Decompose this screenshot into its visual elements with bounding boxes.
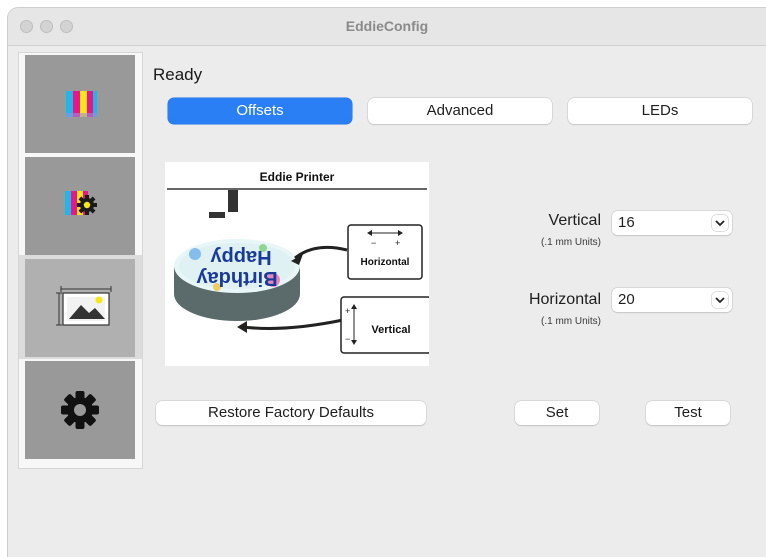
status-text: Ready bbox=[153, 65, 203, 84]
horizontal-label-text: Horizontal bbox=[528, 291, 601, 308]
cake-text-line1: Birthday bbox=[196, 267, 278, 289]
image-frame-icon bbox=[56, 286, 112, 326]
gear-icon bbox=[61, 391, 99, 429]
vertical-offset-select[interactable]: 16 bbox=[612, 211, 732, 235]
title-bar: EddieConfig bbox=[8, 8, 766, 46]
cake-text-line2: Happy bbox=[210, 246, 272, 268]
sidebar-item-image-offsets[interactable] bbox=[25, 259, 135, 357]
vertical-label: Vertical bbox=[371, 324, 410, 336]
window-title: EddieConfig bbox=[345, 18, 429, 34]
horizontal-label: Horizontal bbox=[361, 257, 410, 268]
restore-defaults-button[interactable]: Restore Factory Defaults bbox=[156, 401, 426, 425]
vertical-plus-sign: + bbox=[345, 306, 350, 316]
set-button[interactable]: Set bbox=[515, 401, 599, 425]
horizontal-offset-select[interactable]: 20 bbox=[612, 288, 732, 312]
vertical-label-text: Vertical bbox=[548, 212, 601, 229]
tab-leds[interactable]: LEDs bbox=[568, 98, 752, 124]
test-button[interactable]: Test bbox=[646, 401, 730, 425]
horizontal-offset-value: 20 bbox=[618, 291, 635, 308]
horizontal-minus-sign: − bbox=[371, 238, 376, 248]
color-bars-icon bbox=[66, 91, 97, 117]
sidebar bbox=[18, 52, 143, 469]
tab-advanced[interactable]: Advanced bbox=[368, 98, 552, 124]
horizontal-units-text: (.1 mm Units) bbox=[541, 316, 601, 327]
color-gear-icon bbox=[65, 191, 97, 215]
sidebar-item-settings[interactable] bbox=[25, 361, 135, 459]
diagram-title: Eddie Printer bbox=[260, 170, 335, 184]
printer-offset-diagram: Eddie Printer Birthday Happy − + Horizon… bbox=[165, 162, 432, 366]
chevron-down-icon bbox=[712, 215, 728, 231]
tab-offsets[interactable]: Offsets bbox=[168, 98, 352, 124]
sidebar-item-color-profile[interactable] bbox=[25, 55, 135, 153]
horizontal-plus-sign: + bbox=[395, 238, 400, 248]
chevron-down-icon bbox=[712, 292, 728, 308]
app-window: EddieConfig Ready Offsets Advanced LEDs … bbox=[8, 8, 766, 557]
vertical-offset-value: 16 bbox=[618, 214, 635, 231]
vertical-units-text: (.1 mm Units) bbox=[541, 237, 601, 248]
vertical-minus-sign: − bbox=[345, 334, 350, 344]
sidebar-item-color-settings[interactable] bbox=[25, 157, 135, 255]
